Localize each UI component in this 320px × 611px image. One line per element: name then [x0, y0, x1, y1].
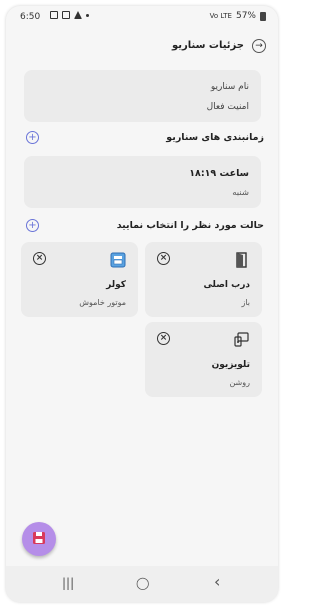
more-notifications-icon — [86, 13, 89, 17]
scenario-name-label: نام سناریو — [210, 82, 249, 92]
page-title: جزئیات سناریو — [171, 40, 244, 51]
device-state: روشن — [229, 378, 250, 387]
remove-device-button[interactable]: × — [157, 252, 170, 265]
schedule-section-header: زمانبندی های سناریو + — [6, 130, 278, 148]
schedule-card[interactable]: ساعت ۱۸:۱۹ شنبه — [24, 156, 261, 208]
cooler-icon — [110, 252, 126, 268]
battery-icon — [260, 11, 266, 21]
gallery-notification-icon — [62, 11, 70, 19]
phone-screen: 6:50 Vo LTE 57% → جزئیات سناریو نام سنار… — [6, 6, 278, 602]
schedule-time: ساعت ۱۸:۱۹ — [189, 168, 249, 179]
notification-icons — [50, 11, 89, 19]
scenario-name-value: امنیت فعال — [206, 102, 249, 112]
status-time: 6:50 — [20, 12, 41, 22]
device-name: تلویزیون — [211, 360, 250, 370]
status-bar: 6:50 Vo LTE 57% — [6, 6, 278, 28]
add-state-button[interactable]: + — [26, 219, 39, 232]
device-state: موتور خاموش — [79, 298, 126, 307]
battery-percent: 57% — [235, 11, 256, 21]
states-section-title: حالت مورد نظر را انتخاب نمایید — [116, 220, 264, 231]
save-icon — [32, 530, 46, 549]
device-state: باز — [241, 298, 250, 307]
add-schedule-button[interactable]: + — [26, 131, 39, 144]
back-arrow-button[interactable]: → — [252, 39, 266, 53]
image-notification-icon — [50, 11, 58, 19]
status-right: Vo LTE 57% — [210, 11, 266, 21]
warning-notification-icon — [74, 11, 82, 19]
header: → جزئیات سناریو — [6, 36, 278, 58]
states-section-header: حالت مورد نظر را انتخاب نمایید + — [6, 218, 278, 236]
device-name: کولر — [106, 280, 126, 290]
back-button[interactable]: ‹ — [214, 572, 220, 591]
device-card-main-door[interactable]: × درب اصلی باز — [145, 242, 262, 317]
save-fab-button[interactable] — [22, 522, 56, 556]
home-button[interactable]: ◯ — [136, 576, 149, 590]
recent-apps-button[interactable]: ||| — [62, 576, 74, 590]
device-card-tv[interactable]: × تلویزیون روشن — [145, 322, 262, 397]
door-icon — [234, 252, 250, 268]
system-nav-bar: ||| ◯ ‹ — [6, 566, 278, 602]
schedule-section-title: زمانبندی های سناریو — [166, 132, 264, 143]
remove-device-button[interactable]: × — [157, 332, 170, 345]
remove-device-button[interactable]: × — [33, 252, 46, 265]
tv-icon — [234, 332, 250, 348]
signal-icon: Vo LTE — [209, 12, 232, 20]
device-name: درب اصلی — [203, 280, 250, 290]
schedule-day: شنبه — [232, 188, 249, 198]
device-card-cooler[interactable]: × کولر موتور خاموش — [21, 242, 138, 317]
scenario-info-card[interactable]: نام سناریو امنیت فعال — [24, 70, 261, 122]
